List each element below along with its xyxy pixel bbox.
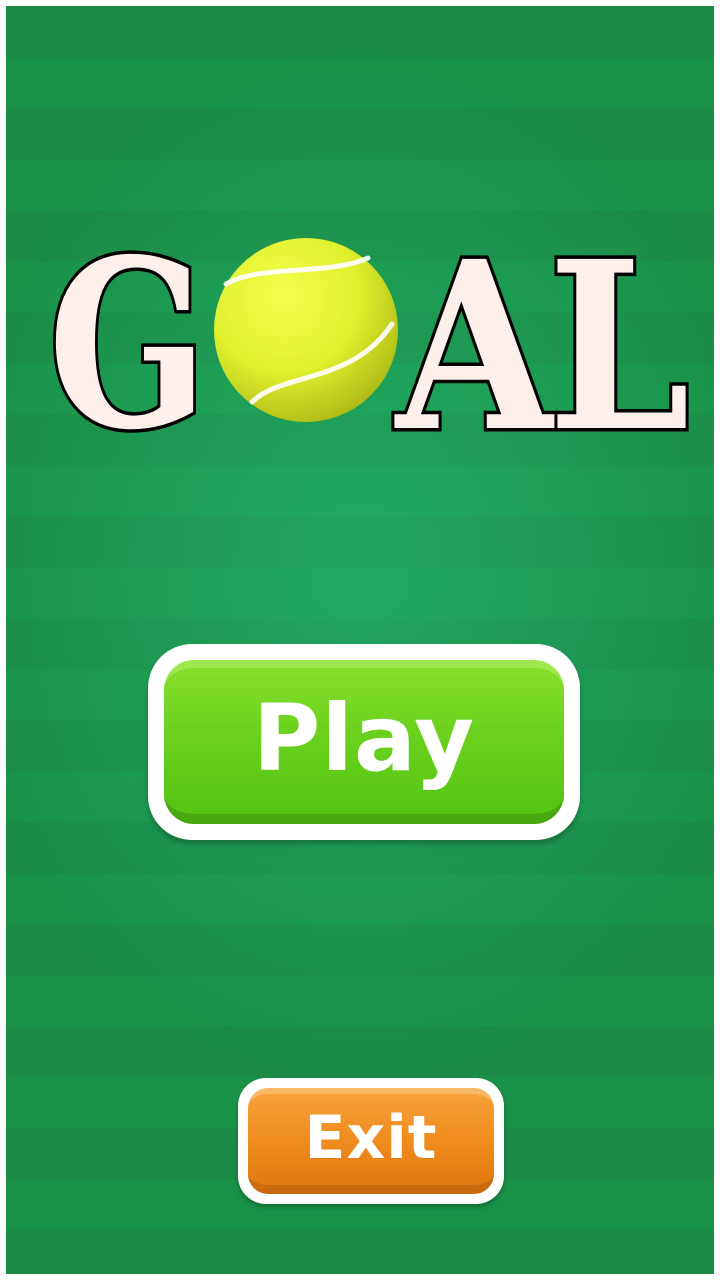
game-title: G A L bbox=[42, 224, 694, 436]
tennis-ball-icon bbox=[214, 238, 398, 422]
title-letter-a: A bbox=[394, 224, 556, 436]
title-letter-g: G bbox=[48, 224, 208, 436]
play-button-label: Play bbox=[252, 684, 476, 792]
menu-screen: G A L Play Exit bbox=[6, 6, 714, 1274]
exit-button-face[interactable]: Exit bbox=[248, 1088, 494, 1194]
title-letter-l: L bbox=[548, 224, 690, 436]
exit-button[interactable]: Exit bbox=[238, 1078, 504, 1204]
exit-button-label: Exit bbox=[304, 1102, 438, 1173]
play-button-face[interactable]: Play bbox=[164, 660, 564, 824]
play-button[interactable]: Play bbox=[148, 644, 580, 840]
